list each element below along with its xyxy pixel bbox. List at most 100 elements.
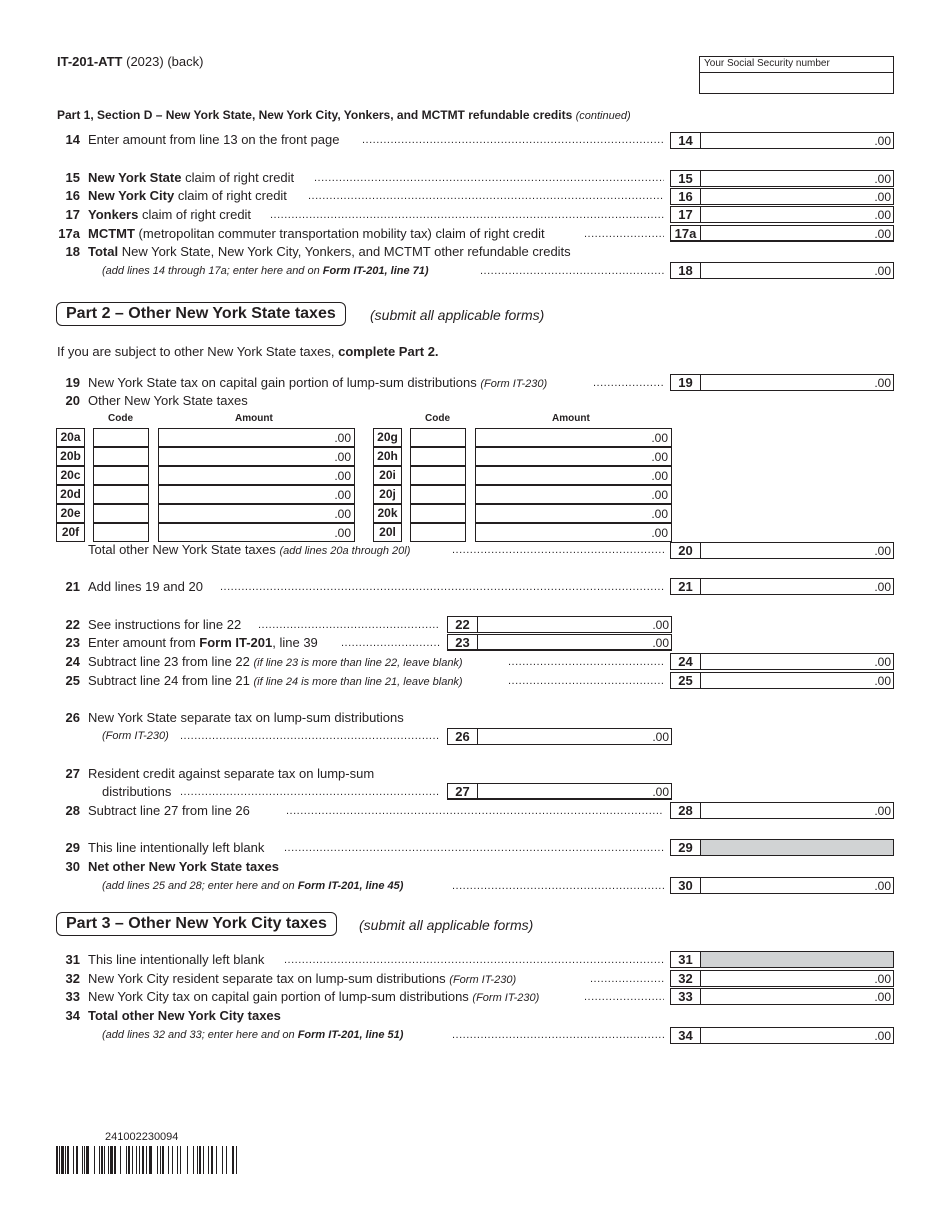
line-20d-amount-input[interactable]: .00 bbox=[158, 485, 355, 504]
line-14-amount[interactable]: .00 bbox=[874, 133, 891, 149]
line-30-sub: (add lines 25 and 28; enter here and on … bbox=[0, 877, 950, 895]
line-24-amount[interactable]: .00 bbox=[874, 654, 891, 670]
leader-dots: .............................. bbox=[341, 637, 440, 649]
line-32-field[interactable]: 32.00 bbox=[670, 970, 894, 987]
line-29: 29 This line intentionally left blank ..… bbox=[0, 839, 950, 857]
amount-header-right: Amount bbox=[552, 413, 590, 424]
line-27-amount[interactable]: .00 bbox=[652, 784, 669, 800]
line-20k-amount-input[interactable]: .00 bbox=[475, 504, 672, 523]
line-22-label: See instructions for line 22 bbox=[88, 617, 242, 632]
line-15-field[interactable]: 15.00 bbox=[670, 170, 894, 187]
line-17: 17 Yonkers claim of right credit .......… bbox=[0, 206, 950, 224]
line-30-instruction: (add lines 25 and 28; enter here and on … bbox=[102, 880, 404, 892]
line-20h-amount-input[interactable]: .00 bbox=[475, 447, 672, 466]
leader-dots: ......................... bbox=[584, 991, 664, 1003]
line-20f-label: 20f bbox=[56, 523, 85, 542]
line-32-amount[interactable]: .00 bbox=[874, 971, 891, 987]
line-20l-amount-input[interactable]: .00 bbox=[475, 523, 672, 542]
line-23-amount[interactable]: .00 bbox=[652, 635, 669, 651]
line-20b-label: 20b bbox=[56, 447, 85, 466]
leader-dots: ........................................… bbox=[452, 880, 664, 892]
line-34-field[interactable]: 34.00 bbox=[670, 1027, 894, 1044]
line-20j-code-input[interactable] bbox=[410, 485, 466, 504]
line-25-field[interactable]: 25.00 bbox=[670, 672, 894, 689]
line-20g-amount-input[interactable]: .00 bbox=[475, 428, 672, 447]
line-20c-code-input[interactable] bbox=[93, 466, 149, 485]
line-20f-code-input[interactable] bbox=[93, 523, 149, 542]
line-25-amount[interactable]: .00 bbox=[874, 673, 891, 689]
line-33-amount[interactable]: .00 bbox=[874, 989, 891, 1005]
line-29-label: This line intentionally left blank bbox=[88, 840, 265, 855]
line-20-field[interactable]: 20.00 bbox=[670, 542, 894, 559]
ssn-input[interactable] bbox=[700, 73, 893, 93]
line-20-label: Other New York State taxes bbox=[88, 393, 248, 408]
line-23-label: Enter amount from Form IT-201, line 39 bbox=[88, 635, 318, 650]
line-20i-code-input[interactable] bbox=[410, 466, 466, 485]
leader-dots: ........................................… bbox=[286, 805, 664, 817]
line-18-field[interactable]: 18.00 bbox=[670, 262, 894, 279]
line-20h-label: 20h bbox=[373, 447, 402, 466]
code-header-left: Code bbox=[108, 413, 133, 424]
line-24-field[interactable]: 24.00 bbox=[670, 653, 894, 670]
line-20i-amount-input[interactable]: .00 bbox=[475, 466, 672, 485]
line-30-amount[interactable]: .00 bbox=[874, 878, 891, 894]
line-20-amount[interactable]: .00 bbox=[874, 543, 891, 559]
line-20l-code-input[interactable] bbox=[410, 523, 466, 542]
line-20a-code-input[interactable] bbox=[93, 428, 149, 447]
line-26-note: (Form IT-230) bbox=[102, 730, 169, 742]
leader-dots: ........................................… bbox=[180, 730, 440, 742]
line-20c-amount-input[interactable]: .00 bbox=[158, 466, 355, 485]
line-20j-amount-input[interactable]: .00 bbox=[475, 485, 672, 504]
line-23-field[interactable]: 23.00 bbox=[447, 634, 672, 651]
line-28-field[interactable]: 28.00 bbox=[670, 802, 894, 819]
line-19-amount[interactable]: .00 bbox=[874, 375, 891, 391]
line-20h-code-input[interactable] bbox=[410, 447, 466, 466]
line-16-field[interactable]: 16.00 bbox=[670, 188, 894, 205]
line-20l-label: 20l bbox=[373, 523, 402, 542]
line-19-label: New York State tax on capital gain porti… bbox=[88, 375, 548, 390]
line-21-field[interactable]: 21.00 bbox=[670, 578, 894, 595]
leader-dots: ........................................… bbox=[308, 190, 664, 202]
line-34-sub: (add lines 32 and 33; enter here and on … bbox=[0, 1026, 950, 1044]
line-31-label: This line intentionally left blank bbox=[88, 952, 265, 967]
line-20f-amount-input[interactable]: .00 bbox=[158, 523, 355, 542]
line-19-field[interactable]: 19.00 bbox=[670, 374, 894, 391]
line-32-label: New York City resident separate tax on l… bbox=[88, 971, 517, 986]
ssn-field[interactable]: Your Social Security number bbox=[699, 56, 894, 94]
line-20e-label: 20e bbox=[56, 504, 85, 523]
line-21-amount[interactable]: .00 bbox=[874, 579, 891, 595]
line-27-field[interactable]: 27.00 bbox=[447, 783, 672, 800]
line-20a-amount-input[interactable]: .00 bbox=[158, 428, 355, 447]
line-20k-code-input[interactable] bbox=[410, 504, 466, 523]
line-17a-field[interactable]: 17a .00 bbox=[670, 225, 894, 242]
section-d-note: (continued) bbox=[575, 110, 631, 122]
line-16-amount[interactable]: .00 bbox=[874, 189, 891, 205]
line-26-amount[interactable]: .00 bbox=[652, 729, 669, 745]
line-15-label: New York State claim of right credit bbox=[88, 170, 295, 185]
line-28-amount[interactable]: .00 bbox=[874, 803, 891, 819]
line-17a-amount[interactable]: .00 bbox=[874, 226, 891, 242]
line-20g-code-input[interactable] bbox=[410, 428, 466, 447]
line-27-label: Resident credit against separate tax on … bbox=[88, 766, 375, 781]
line-20d-code-input[interactable] bbox=[93, 485, 149, 504]
section-d-title: Part 1, Section D – New York State, New … bbox=[57, 108, 631, 122]
line-34-amount[interactable]: .00 bbox=[874, 1028, 891, 1044]
line-20e-code-input[interactable] bbox=[93, 504, 149, 523]
line-17-field[interactable]: 17.00 bbox=[670, 206, 894, 223]
line-33-label: New York City tax on capital gain portio… bbox=[88, 989, 540, 1004]
line-20b-code-input[interactable] bbox=[93, 447, 149, 466]
line-33-field[interactable]: 33.00 bbox=[670, 988, 894, 1005]
line-14-field[interactable]: 14.00 bbox=[670, 132, 894, 149]
line-14-label: Enter amount from line 13 on the front p… bbox=[88, 132, 340, 147]
line-26-field[interactable]: 26.00 bbox=[447, 728, 672, 745]
line-20b-amount-input[interactable]: .00 bbox=[158, 447, 355, 466]
line-17-amount[interactable]: .00 bbox=[874, 207, 891, 223]
line-15-amount[interactable]: .00 bbox=[874, 171, 891, 187]
line-30-label: Net other New York State taxes bbox=[88, 859, 279, 874]
line-20e-amount-input[interactable]: .00 bbox=[158, 504, 355, 523]
line-30-field[interactable]: 30.00 bbox=[670, 877, 894, 894]
line-18-amount[interactable]: .00 bbox=[874, 263, 891, 279]
line-22-amount[interactable]: .00 bbox=[652, 617, 669, 633]
shaded-blank bbox=[701, 840, 893, 855]
line-22-field[interactable]: 22.00 bbox=[447, 616, 672, 633]
